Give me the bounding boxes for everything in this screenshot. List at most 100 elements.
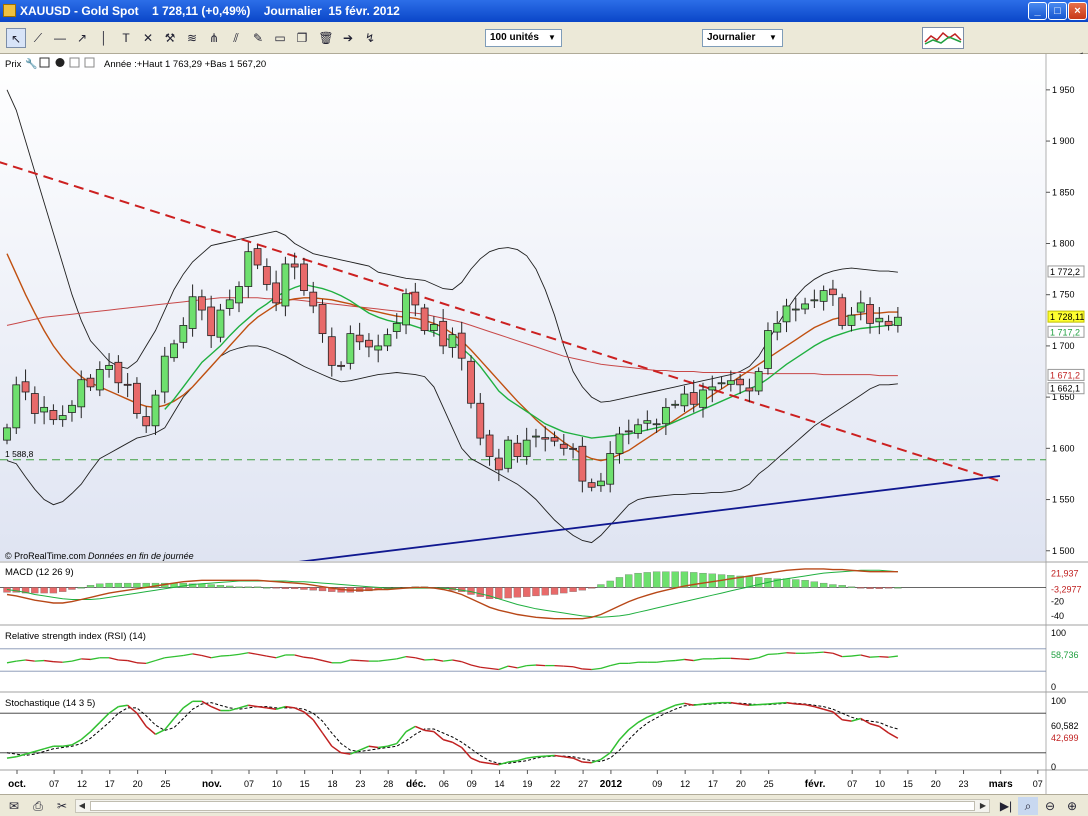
candle-body [699,389,707,408]
candle-body [300,263,308,291]
minimize-button[interactable]: _ [1028,2,1047,20]
arrow-right-icon[interactable]: ➔ [338,28,358,48]
macd-histogram-bar [643,572,651,588]
macd-histogram-bar [884,587,893,589]
zoom-in-icon[interactable]: ⊕ [1062,797,1082,815]
close-panel-icon[interactable] [55,58,65,67]
macd-axis-label: -40 [1051,611,1064,621]
macd-histogram-bar [86,585,95,588]
macd-histogram-bar [476,587,484,597]
x-tick-label: 12 [680,779,690,789]
scroll-left-icon[interactable]: ◀ [76,800,88,812]
stoch-k-segment [712,701,722,705]
price-tick-label: 1 500 [1052,546,1075,556]
chart-style-icon[interactable] [922,27,964,49]
stoch-k-segment [582,761,592,764]
macd-histogram-bar [662,571,670,588]
macd-histogram-bar [244,586,252,588]
candle-body [188,296,197,329]
h-line-icon[interactable]: ― [50,28,70,48]
minus-icon[interactable] [69,57,80,68]
macd-histogram-bar [699,572,707,588]
x-tick-label: déc. [406,779,426,790]
trend-line-icon[interactable]: ↗ [72,28,92,48]
macd-histogram-bar [792,579,800,588]
stoch-axis-label: 60,582 [1051,721,1079,731]
macd-histogram-bar [578,587,587,591]
scroll-right-icon[interactable]: ▶ [977,800,989,812]
cross-icon[interactable]: ✕ [138,28,158,48]
year-range-info: Année :+Haut 1 763,29 +Bas 1 567,20 [104,59,266,70]
macd-histogram-bar [615,577,624,588]
macd-histogram-bar [894,587,902,589]
macd-histogram-bar [569,587,577,592]
app-icon [3,4,16,17]
x-tick-label: 09 [467,779,477,789]
rsi-segment [786,652,796,654]
trash-icon[interactable]: 🗑 [316,28,336,48]
scroll-thumb[interactable] [90,801,975,811]
edit-icon[interactable]: ✎ [248,28,268,48]
scrollbar[interactable]: ◀ ▶ [75,799,990,813]
macd-histogram-bar [838,585,846,588]
candle-body [884,320,893,326]
x-tick-label: 14 [495,779,505,789]
cut-icon[interactable]: ✂ [52,797,72,815]
chevron-down-icon: ▼ [769,33,777,42]
rsi-segment [582,668,592,671]
close-button[interactable]: × [1068,2,1087,20]
x-tick-label: 20 [736,779,746,789]
rsi-segment [665,659,676,662]
v-line-icon[interactable]: │ [94,28,114,48]
macd-histogram-bar [235,586,243,588]
maximize-button[interactable]: □ [1048,2,1067,20]
channel-icon[interactable]: ⫽ [226,28,246,48]
macd-histogram-bar [309,587,317,591]
rsi-axis-label: 0 [1051,682,1056,692]
candle-body [559,443,568,449]
pitchfork-icon[interactable]: ⋔ [204,28,224,48]
macd-histogram-bar [207,584,215,588]
rsi-segment [424,658,434,661]
copy-icon[interactable]: ❐ [292,28,312,48]
line-icon[interactable]: ⟋ [28,28,48,48]
period-select[interactable]: Journalier ▼ [702,29,783,47]
candle-body [643,420,652,424]
candle-body [281,263,290,307]
rsi-axis-label: 100 [1051,628,1066,638]
rsi-axis-label: 58,736 [1051,650,1079,660]
x-tick-label: 15 [903,779,913,789]
tools-icon[interactable]: ⚒ [160,28,180,48]
zoom-fit-icon[interactable]: ⌕ [1018,797,1038,815]
price-panel-bg [0,54,1046,561]
candle-body [133,382,141,414]
candle-body [597,480,605,487]
macd-histogram-bar [513,587,522,598]
candle-body [661,406,670,425]
macd-histogram-bar [550,587,559,595]
macd-histogram-bar [606,580,614,588]
cursor-icon[interactable]: ↖ [6,28,26,48]
macd-histogram-bar [40,587,48,594]
price-tick-label: 1 850 [1052,187,1075,197]
status-bar: ✉ ⎙ ✂ ◀ ▶ ▶| ⌕ ⊖ ⊕ [0,794,1088,816]
rectangle-icon[interactable]: ▭ [270,28,290,48]
indicator-icon[interactable]: ↯ [360,28,380,48]
x-tick-label: nov. [202,779,222,790]
plus-icon[interactable] [84,57,95,68]
text-icon[interactable]: T [116,28,136,48]
wrench-icon[interactable]: 🔧 [25,57,37,70]
rsi-segment [81,658,91,661]
fibonacci-icon[interactable]: ≋ [182,28,202,48]
mail-icon[interactable]: ✉ [4,797,24,815]
stoch-k-segment [758,703,769,706]
window-icon[interactable] [39,57,50,68]
print-icon[interactable]: ⎙ [28,797,48,815]
candle-body [829,288,837,296]
zoom-out-icon[interactable]: ⊖ [1040,797,1060,815]
candle-body [532,435,540,438]
units-select[interactable]: 100 unités ▼ [485,29,562,47]
scroll-end-icon[interactable]: ▶| [996,797,1016,815]
rsi-segment [136,662,147,665]
candle-body [68,404,76,413]
